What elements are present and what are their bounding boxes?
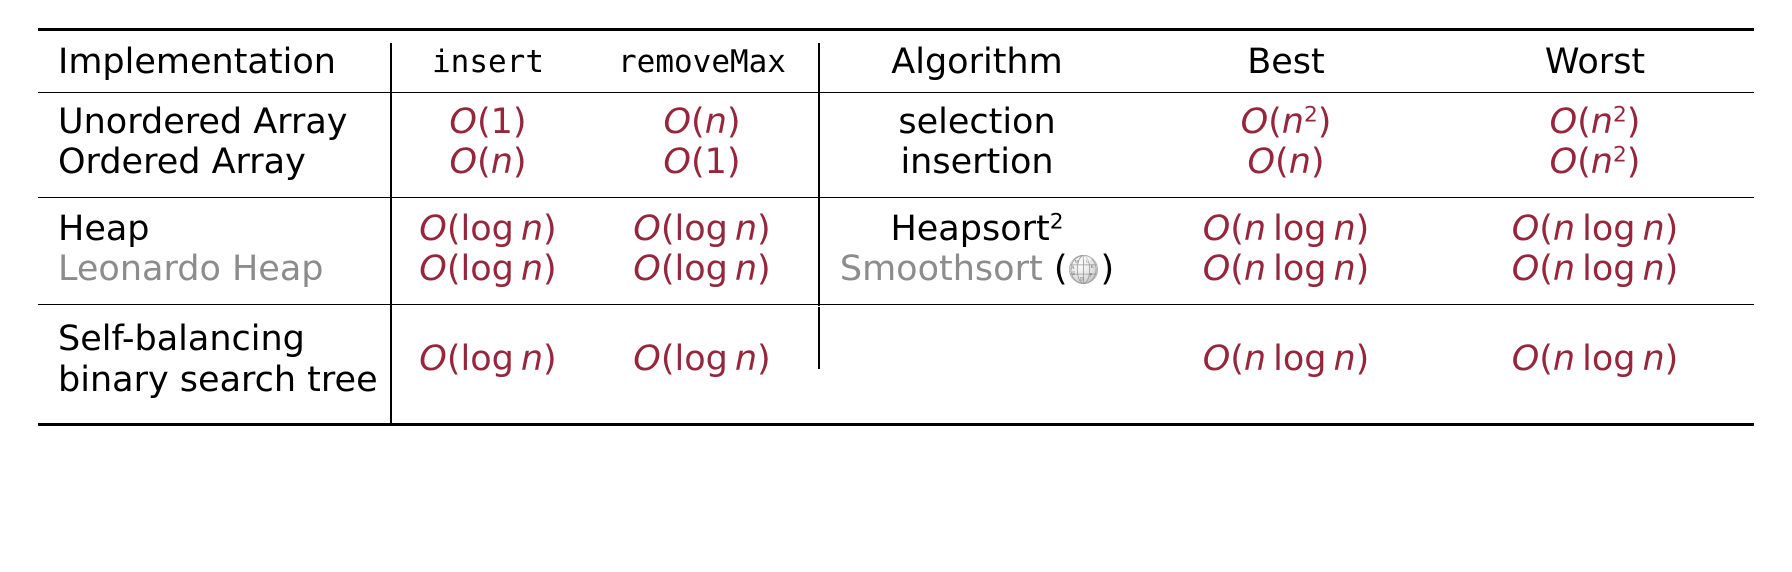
complexity-value: O(n): [663, 102, 741, 142]
header-label-algorithm: Algorithm: [891, 42, 1063, 82]
row-label-multiline: Self-balancing binary search tree: [38, 319, 390, 402]
complexity-value: O(log n): [633, 338, 771, 379]
complexity-value: O(n log n): [1511, 208, 1679, 249]
cell-best: O(n log n): [1136, 208, 1436, 250]
complexity-value: O(1): [449, 102, 527, 142]
cell-algorithm: insertion: [818, 140, 1136, 185]
complexity-value: O(n2): [1549, 102, 1641, 142]
group1-bottom-spacer: [38, 180, 1754, 199]
complexity-table: Implementation insert removeMax Algorith…: [38, 28, 1754, 429]
header-cell-implementation: Implementation: [38, 45, 390, 80]
cell-insert: O(n): [390, 140, 586, 185]
complexity-value: O(log n): [419, 248, 557, 289]
group3-bottom-spacer: [38, 399, 1754, 425]
algorithm-label: Heapsort2: [818, 208, 1136, 250]
cell-worst: O(n log n): [1436, 319, 1754, 402]
cell-remove-max: O(log n): [586, 208, 818, 250]
table-row: Ordered Array O(n) O(1) insertion O(n) O…: [38, 140, 1754, 185]
complexity-value: O(n2): [1549, 141, 1641, 182]
header-label-worst: Worst: [1544, 42, 1646, 82]
header-label-remove-max: removeMax: [618, 44, 786, 80]
complexity-value: O(log n): [419, 208, 557, 249]
cell-implementation: Leonardo Heap: [38, 248, 390, 290]
complexity-value: O(log n): [419, 338, 557, 379]
complexity-value: O(n2): [1240, 102, 1332, 142]
table-row: Self-balancing binary search tree O(log …: [38, 316, 1754, 403]
cell-insert: O(log n): [390, 247, 586, 292]
table-header-row: Implementation insert removeMax Algorith…: [38, 42, 1754, 82]
cell-remove-max: O(n): [586, 102, 818, 143]
svg-text:E: E: [1073, 272, 1076, 277]
row-label: Leonardo Heap: [58, 248, 324, 289]
header-cell-worst: Worst: [1436, 45, 1754, 80]
header-label-best: Best: [1247, 42, 1325, 82]
algorithm-label: selection: [898, 102, 1056, 142]
cell-implementation: Heap: [38, 208, 390, 250]
table-bottom-rule: [38, 423, 1754, 429]
cell-best: O(n log n): [1136, 319, 1436, 402]
footnote-marker: 2: [1049, 209, 1064, 235]
complexity-value: O(n): [449, 141, 527, 182]
algorithm-label-text: Heapsort: [890, 208, 1050, 249]
cell-algorithm-empty: [818, 319, 1136, 402]
cell-worst: O(n2): [1436, 102, 1754, 143]
cell-remove-max: O(log n): [586, 248, 818, 290]
complexity-table-wrapper: Implementation insert removeMax Algorith…: [38, 28, 1754, 429]
cell-best: O(n log n): [1136, 248, 1436, 290]
cell-algorithm: selection: [818, 101, 1136, 145]
row-label: Heap: [58, 208, 150, 249]
complexity-value: O(log n): [633, 248, 771, 289]
table-figure: Implementation insert removeMax Algorith…: [0, 0, 1792, 572]
cell-algorithm: Smoothsort (W I K P D E A): [818, 247, 1136, 292]
cell-insert: O(1): [390, 101, 586, 145]
cell-best: O(n2): [1136, 102, 1436, 143]
complexity-value: O(1): [663, 141, 741, 182]
svg-text:D: D: [1080, 277, 1084, 282]
svg-text:W: W: [1075, 260, 1080, 265]
svg-text:P: P: [1090, 273, 1093, 278]
complexity-value: O(n log n): [1511, 338, 1679, 379]
cell-implementation: Unordered Array: [38, 102, 390, 143]
complexity-value: O(log n): [633, 208, 771, 249]
table-row: Unordered Array O(1) O(n) selection O(n2…: [38, 101, 1754, 145]
algorithm-label: insertion: [900, 141, 1054, 182]
cell-implementation: Self-balancing binary search tree: [38, 319, 390, 402]
header-label-insert: insert: [432, 44, 544, 80]
complexity-value: O(n): [1247, 141, 1325, 182]
wikipedia-globe-icon[interactable]: W I K P D E A: [1068, 254, 1099, 285]
header-cell-best: Best: [1136, 45, 1436, 80]
cell-implementation: Ordered Array: [38, 141, 390, 183]
header-cell-algorithm: Algorithm: [818, 42, 1136, 82]
algorithm-label-text: Smoothsort: [839, 248, 1043, 289]
row-label-line-2: binary search tree: [58, 359, 378, 400]
header-cell-remove-max: removeMax: [586, 45, 818, 80]
header-cell-insert: insert: [390, 43, 586, 82]
cell-worst: O(n2): [1436, 141, 1754, 183]
algorithm-label: Smoothsort (W I K P D E A): [839, 248, 1115, 289]
complexity-value: O(n log n): [1202, 208, 1370, 249]
row-label-line-1: Self-balancing: [58, 318, 305, 359]
group2-bottom-spacer: [38, 287, 1754, 306]
complexity-value: O(n log n): [1202, 338, 1370, 379]
table-midrule-3: [38, 303, 1754, 367]
cell-remove-max: O(log n): [586, 319, 818, 402]
cell-best: O(n): [1136, 141, 1436, 183]
cell-insert: O(log n): [390, 207, 586, 252]
cell-worst: O(n log n): [1436, 208, 1754, 250]
complexity-value: O(n log n): [1202, 248, 1370, 289]
cell-worst: O(n log n): [1436, 248, 1754, 290]
cell-remove-max: O(1): [586, 141, 818, 183]
complexity-value: O(n log n): [1511, 248, 1679, 289]
cell-algorithm: Heapsort2: [818, 207, 1136, 252]
row-label: Ordered Array: [58, 141, 306, 182]
cell-insert: O(log n): [390, 316, 586, 403]
table-row: Leonardo Heap O(log n) O(log n) Smoothso…: [38, 247, 1754, 292]
header-label-implementation: Implementation: [58, 42, 336, 82]
row-label: Unordered Array: [58, 102, 348, 142]
table-row: Heap O(log n) O(log n) Heapsort2 O(n log…: [38, 207, 1754, 252]
